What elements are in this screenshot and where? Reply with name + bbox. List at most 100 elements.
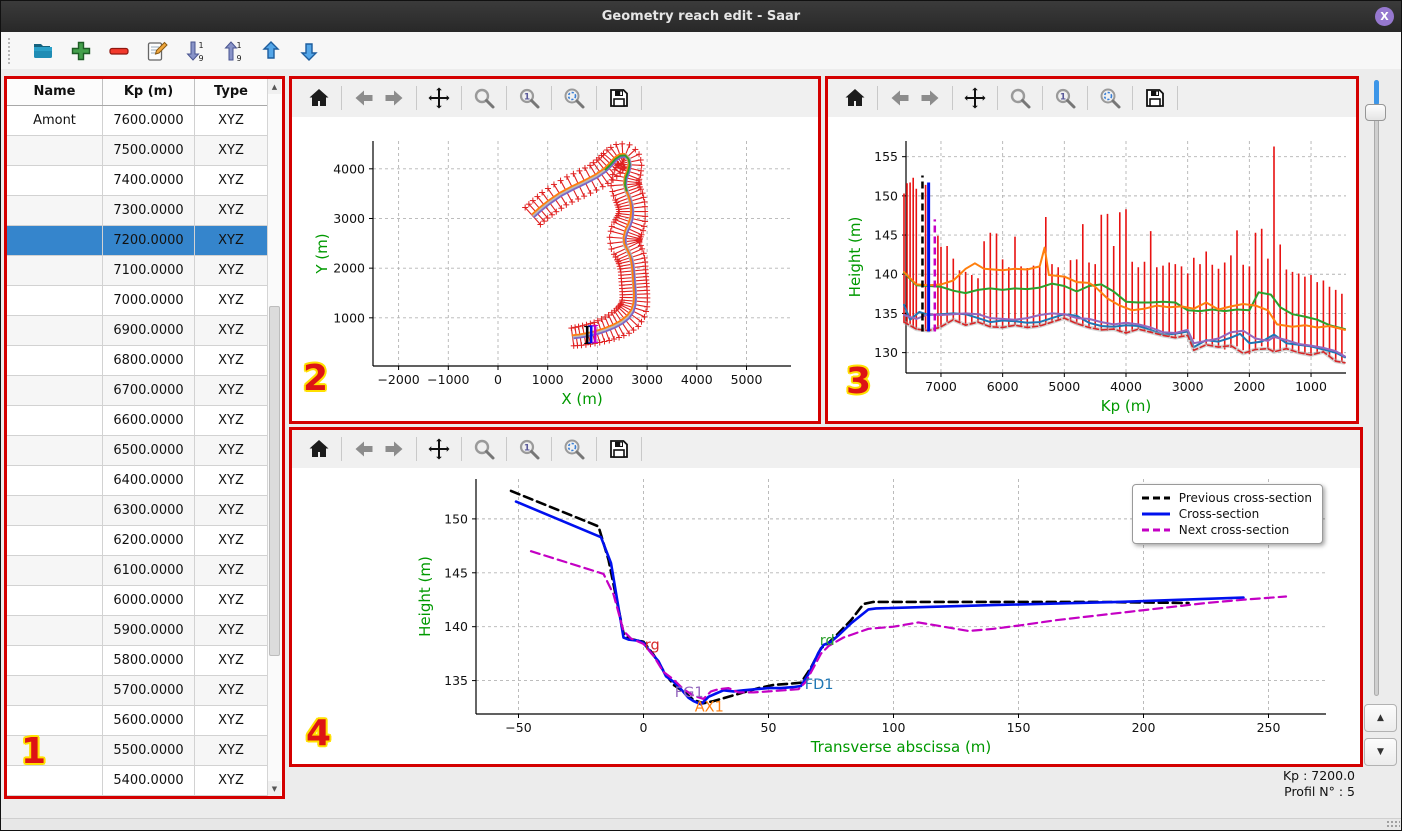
zoom-one-icon[interactable]: 1 [514, 434, 544, 464]
table-row[interactable]: 5600.0000 XYZ [7, 706, 282, 736]
table-row[interactable]: 6900.0000 XYZ [7, 316, 282, 346]
save-icon[interactable] [604, 434, 634, 464]
svg-text:−2000: −2000 [377, 372, 419, 387]
remove-icon[interactable] [106, 38, 132, 64]
table-cell-name [7, 646, 103, 676]
column-header-name[interactable]: Name [7, 79, 103, 105]
svg-text:1: 1 [1060, 93, 1066, 103]
table-row[interactable]: 7000.0000 XYZ [7, 286, 282, 316]
table-cell-type: XYZ [195, 766, 268, 796]
table-cell-kp: 6800.0000 [103, 346, 195, 376]
sort-desc-icon[interactable]: 19 [182, 38, 208, 64]
move-up-icon[interactable] [258, 38, 284, 64]
table-row[interactable]: 7100.0000 XYZ [7, 256, 282, 286]
table-row[interactable]: 7500.0000 XYZ [7, 136, 282, 166]
back-icon[interactable] [885, 83, 915, 113]
back-icon[interactable] [349, 434, 379, 464]
profile-slider-track[interactable] [1374, 80, 1379, 696]
table-row[interactable]: 6500.0000 XYZ [7, 436, 282, 466]
cross-section-panel: 1 −50 0 50 100 150 200 250 135 140 145 150 Transver… [289, 427, 1363, 767]
svg-text:100: 100 [882, 720, 906, 735]
home-icon[interactable] [304, 83, 334, 113]
toolbar-separator [341, 437, 342, 461]
table-row[interactable]: 5800.0000 XYZ [7, 646, 282, 676]
sort-asc-icon[interactable]: 19 [220, 38, 246, 64]
table-cell-kp: 6500.0000 [103, 436, 195, 466]
home-icon[interactable] [840, 83, 870, 113]
table-row[interactable]: 6400.0000 XYZ [7, 466, 282, 496]
table-row[interactable]: 5400.0000 XYZ [7, 766, 282, 796]
add-icon[interactable] [68, 38, 94, 64]
table-row[interactable]: 6300.0000 XYZ [7, 496, 282, 526]
zoom-region-icon[interactable] [559, 83, 589, 113]
svg-text:135: 135 [444, 673, 468, 688]
forward-icon[interactable] [915, 83, 945, 113]
table-row[interactable]: 7300.0000 XYZ [7, 196, 282, 226]
zoom-icon[interactable] [469, 434, 499, 464]
save-icon[interactable] [1140, 83, 1170, 113]
column-header-type[interactable]: Type [195, 79, 268, 105]
resize-grip-icon[interactable] [1386, 820, 1400, 829]
cross-section-table: Name Kp (m) Type Amont 7600.0000 XYZ 7500.0… [7, 79, 282, 796]
table-row[interactable]: 7200.0000 XYZ [7, 226, 282, 256]
move-down-icon[interactable] [296, 38, 322, 64]
pan-icon[interactable] [424, 83, 454, 113]
zoom-icon[interactable] [469, 83, 499, 113]
forward-icon[interactable] [379, 83, 409, 113]
plot-toolbar: 1 [292, 430, 1360, 468]
svg-text:Transverse abscissa (m): Transverse abscissa (m) [810, 738, 992, 756]
legend-item: Previous cross-section [1141, 490, 1312, 506]
table-scrollbar[interactable]: ▲ ▼ [267, 79, 282, 796]
home-icon[interactable] [304, 434, 334, 464]
table-row[interactable]: 5700.0000 XYZ [7, 676, 282, 706]
open-folder-icon[interactable] [30, 38, 56, 64]
table-row[interactable]: Amont 7600.0000 XYZ [7, 106, 282, 136]
table-row[interactable]: 6000.0000 XYZ [7, 586, 282, 616]
zoom-one-icon[interactable]: 1 [514, 83, 544, 113]
pan-icon[interactable] [424, 434, 454, 464]
table-row[interactable]: 6200.0000 XYZ [7, 526, 282, 556]
main-toolbar: 1919 [1, 32, 1401, 70]
toolbar-grip[interactable] [8, 37, 14, 64]
table-row[interactable]: 6600.0000 XYZ [7, 406, 282, 436]
forward-icon[interactable] [379, 434, 409, 464]
svg-text:145: 145 [874, 228, 898, 243]
column-header-kp[interactable]: Kp (m) [103, 79, 195, 105]
table-cell-name [7, 256, 103, 286]
profile-down-button[interactable]: ▼ [1364, 738, 1397, 766]
back-icon[interactable] [349, 83, 379, 113]
table-row[interactable]: 6800.0000 XYZ [7, 346, 282, 376]
scroll-up-icon[interactable]: ▲ [268, 79, 281, 94]
profile-slider-handle[interactable] [1365, 104, 1386, 121]
svg-text:3000: 3000 [1172, 379, 1204, 394]
toolbar-separator [551, 86, 552, 110]
close-button[interactable]: X [1375, 7, 1394, 26]
scrollbar-thumb[interactable] [269, 306, 280, 656]
svg-text:140: 140 [444, 619, 468, 634]
long-profile-chart[interactable]: 7000 6000 5000 4000 3000 2000 1000 130 135 140 145… [828, 117, 1356, 421]
table-row[interactable]: 6100.0000 XYZ [7, 556, 282, 586]
svg-text:250: 250 [1257, 720, 1281, 735]
table-row[interactable]: 6700.0000 XYZ [7, 376, 282, 406]
titlebar[interactable]: Geometry reach edit - Saar X [1, 1, 1401, 32]
scroll-down-icon[interactable]: ▼ [268, 781, 281, 796]
table-row[interactable]: 5500.0000 XYZ [7, 736, 282, 766]
zoom-region-icon[interactable] [1095, 83, 1125, 113]
table-row[interactable]: 5900.0000 XYZ [7, 616, 282, 646]
pan-icon[interactable] [960, 83, 990, 113]
save-icon[interactable] [604, 83, 634, 113]
plan-view-chart[interactable]: −2000 −1000 0 1000 2000 3000 4000 5000 1000 2000 3… [292, 117, 818, 421]
table-cell-name [7, 346, 103, 376]
svg-text:1000: 1000 [532, 372, 564, 387]
zoom-region-icon[interactable] [559, 434, 589, 464]
toolbar-separator [506, 86, 507, 110]
edit-icon[interactable] [144, 38, 170, 64]
svg-text:Height (m): Height (m) [416, 556, 434, 637]
zoom-icon[interactable] [1005, 83, 1035, 113]
legend-line-sample [1141, 496, 1170, 500]
table-cell-kp: 7000.0000 [103, 286, 195, 316]
zoom-one-icon[interactable]: 1 [1050, 83, 1080, 113]
table-row[interactable]: 7400.0000 XYZ [7, 166, 282, 196]
profile-up-button[interactable]: ▲ [1364, 704, 1397, 732]
svg-text:2000: 2000 [1233, 379, 1265, 394]
